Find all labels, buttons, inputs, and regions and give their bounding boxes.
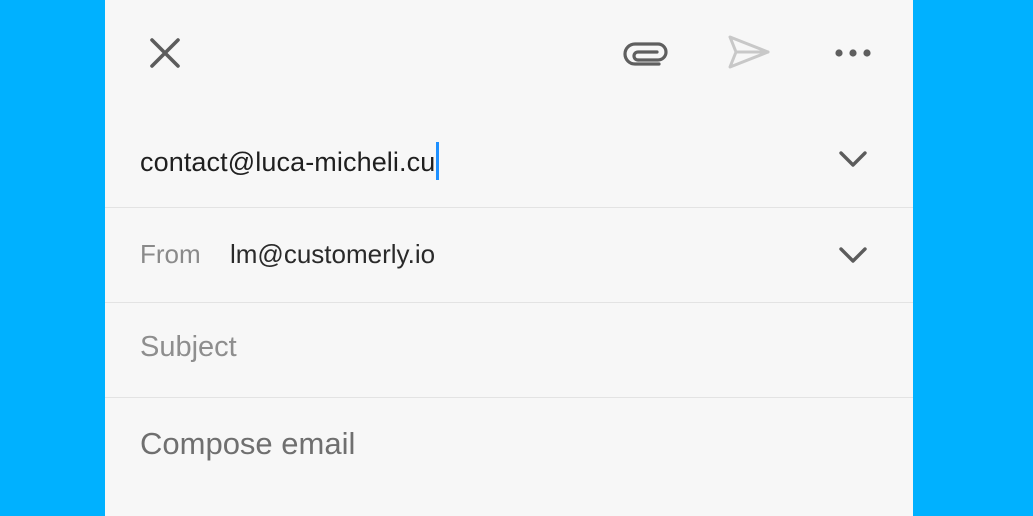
send-button[interactable]: [721, 28, 777, 76]
to-row: contact@luca-micheli.cu: [105, 114, 913, 208]
subject-row: Subject: [105, 303, 913, 398]
more-horizontal-icon: [835, 49, 871, 57]
send-icon: [728, 35, 770, 69]
chevron-down-icon: [839, 247, 867, 263]
chevron-down-icon: [839, 151, 867, 167]
to-expand-button[interactable]: [833, 144, 873, 174]
to-field-value: contact@luca-micheli.cu: [140, 147, 436, 177]
close-icon: [150, 38, 180, 68]
from-expand-button[interactable]: [833, 240, 873, 270]
from-label: From: [140, 239, 201, 269]
close-button[interactable]: [141, 30, 189, 76]
compose-row: Compose email: [105, 398, 913, 516]
text-cursor: [436, 142, 440, 180]
attach-button[interactable]: [617, 30, 677, 76]
from-address[interactable]: lm@customerly.io: [230, 239, 435, 270]
compose-body-field[interactable]: Compose email: [140, 426, 355, 462]
paperclip-icon: [623, 42, 668, 66]
from-row[interactable]: From lm@customerly.io: [105, 208, 913, 303]
subject-field[interactable]: Subject: [140, 331, 237, 364]
compose-toolbar: [105, 0, 913, 104]
compose-screen: contact@luca-micheli.cu From lm@customer…: [105, 0, 913, 516]
to-field[interactable]: contact@luca-micheli.cu: [140, 142, 440, 180]
more-options-button[interactable]: [827, 30, 879, 76]
